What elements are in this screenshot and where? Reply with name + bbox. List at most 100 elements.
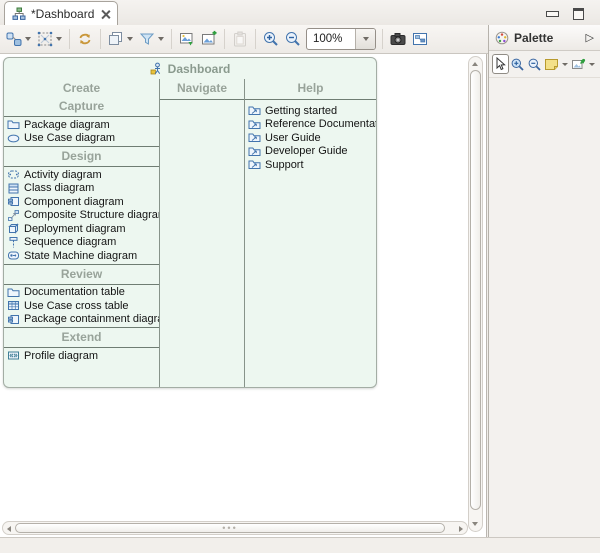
tab-dashboard[interactable]: *Dashboard [4, 1, 118, 26]
palette-zoom-in-tool[interactable] [509, 54, 526, 74]
papyrus-editor-window: *Dashboard [0, 0, 600, 553]
filter-button[interactable] [136, 28, 158, 50]
arrange-icon [5, 30, 23, 48]
zoom-out-icon [527, 57, 542, 72]
list-item-getting-started[interactable]: Getting started [245, 104, 376, 118]
palette-collapse-icon[interactable]: ▷ [586, 31, 594, 44]
list-item-package-containment-diagram[interactable]: Package containment diagram [4, 313, 159, 327]
toolbar-separator [382, 29, 383, 49]
divider [4, 146, 159, 147]
scroll-down-icon[interactable] [472, 522, 478, 526]
select-dropdown-icon[interactable] [56, 37, 62, 41]
snapshot-button[interactable] [387, 28, 409, 50]
zoom-level-value[interactable]: 100% [307, 33, 355, 45]
folder-link-icon [248, 145, 261, 158]
scroll-left-icon[interactable] [7, 526, 11, 532]
marquee-select-icon [36, 30, 54, 48]
containment-icon [7, 313, 20, 326]
zoom-level-combo[interactable]: 100% [306, 28, 376, 50]
arrange-button[interactable] [3, 28, 25, 50]
zoom-in-icon [262, 30, 280, 48]
cursor-arrow-icon [494, 57, 507, 71]
list-item-developer-guide[interactable]: Developer Guide [245, 145, 376, 159]
zoom-in-icon [510, 57, 525, 72]
list-item-use-case-diagram[interactable]: Use Case diagram [4, 132, 159, 146]
scroll-right-icon[interactable] [459, 526, 463, 532]
pinned-image-dropdown-icon[interactable] [589, 63, 595, 66]
palette-title: Palette [514, 31, 553, 45]
list-item-profile-diagram[interactable]: Profile diagram [4, 349, 159, 363]
tab-title: *Dashboard [31, 7, 94, 21]
select-button[interactable] [34, 28, 56, 50]
chevron-down-icon [363, 37, 369, 41]
arrange-dropdown-icon[interactable] [25, 37, 31, 41]
copy-appearance-button[interactable] [105, 28, 127, 50]
zoom-combo-dropdown-button[interactable] [355, 29, 375, 49]
dashboard-column-create: Create Capture Package diagram Use Case … [4, 79, 159, 387]
scroll-up-icon[interactable] [472, 62, 478, 66]
list-item-activity-diagram[interactable]: Activity diagram [4, 168, 159, 182]
list-item-reference-documentation[interactable]: Reference Documentation [245, 118, 376, 132]
sync-link-icon [76, 30, 94, 48]
dashboard-title-row: Dashboard [4, 58, 376, 79]
add-image-button[interactable] [198, 28, 220, 50]
zoom-out-button[interactable] [282, 28, 304, 50]
list-item-user-guide[interactable]: User Guide [245, 131, 376, 145]
toolbar-separator [100, 29, 101, 49]
palette-panel: Palette ▷ [488, 25, 600, 537]
image-export-icon [178, 30, 196, 48]
camera-icon [389, 30, 407, 48]
list-item-class-diagram[interactable]: Class diagram [4, 182, 159, 196]
filter-dropdown-icon[interactable] [158, 37, 164, 41]
sync-button[interactable] [74, 28, 96, 50]
vertical-scrollbar-thumb[interactable] [470, 70, 481, 510]
pinned-image-tool[interactable] [570, 54, 587, 74]
divider [4, 284, 159, 285]
extend-header: Extend [4, 329, 159, 346]
horizontal-scrollbar-thumb[interactable]: ••• [15, 523, 445, 533]
note-tool[interactable] [543, 54, 560, 74]
export-image-button[interactable] [176, 28, 198, 50]
minimize-view-icon[interactable] [546, 11, 559, 17]
state-machine-icon [7, 249, 20, 262]
toolbar-separator [255, 29, 256, 49]
note-dropdown-icon[interactable] [562, 63, 568, 66]
list-item-deployment-diagram[interactable]: Deployment diagram [4, 222, 159, 236]
folder-link-icon [248, 158, 261, 171]
filter-funnel-icon [138, 30, 156, 48]
create-header: Create [4, 79, 159, 98]
lifeline-icon [7, 236, 20, 249]
dashboard-widget: Dashboard Create Capture Package diagram [3, 57, 377, 388]
list-item-support[interactable]: Support [245, 158, 376, 172]
list-item-documentation-table[interactable]: Documentation table [4, 286, 159, 300]
table-icon [7, 299, 20, 312]
image-add-icon [200, 30, 218, 48]
list-item-state-machine-diagram[interactable]: State Machine diagram [4, 249, 159, 263]
diagram-image-button[interactable] [409, 28, 431, 50]
list-item-sequence-diagram[interactable]: Sequence diagram [4, 236, 159, 250]
list-item-package-diagram[interactable]: Package diagram [4, 118, 159, 132]
design-header: Design [4, 148, 159, 165]
paste-icon [231, 30, 249, 48]
diagram-toolbar: 100% [0, 25, 488, 54]
horizontal-scrollbar[interactable]: ••• [2, 521, 468, 535]
palette-zoom-out-tool[interactable] [526, 54, 543, 74]
zoom-in-button[interactable] [260, 28, 282, 50]
folder-icon [7, 286, 20, 299]
list-item-component-diagram[interactable]: Component diagram [4, 195, 159, 209]
list-item-composite-structure-diagram[interactable]: Composite Structure diagram [4, 209, 159, 223]
toolbar-separator [69, 29, 70, 49]
vertical-scrollbar[interactable] [468, 56, 483, 532]
copy-dropdown-icon[interactable] [127, 37, 133, 41]
note-icon [544, 58, 559, 71]
deployment-cube-icon [7, 222, 20, 235]
divider [160, 99, 244, 100]
dashboard-column-navigate: Navigate [159, 79, 244, 387]
palette-header[interactable]: Palette ▷ [489, 25, 600, 51]
list-item-use-case-cross-table[interactable]: Use Case cross table [4, 299, 159, 313]
maximize-view-icon[interactable] [573, 8, 584, 20]
help-header: Help [245, 79, 376, 98]
select-tool[interactable] [492, 54, 509, 74]
tab-close-icon[interactable] [101, 10, 110, 19]
thumb-grip: ••• [222, 526, 237, 530]
